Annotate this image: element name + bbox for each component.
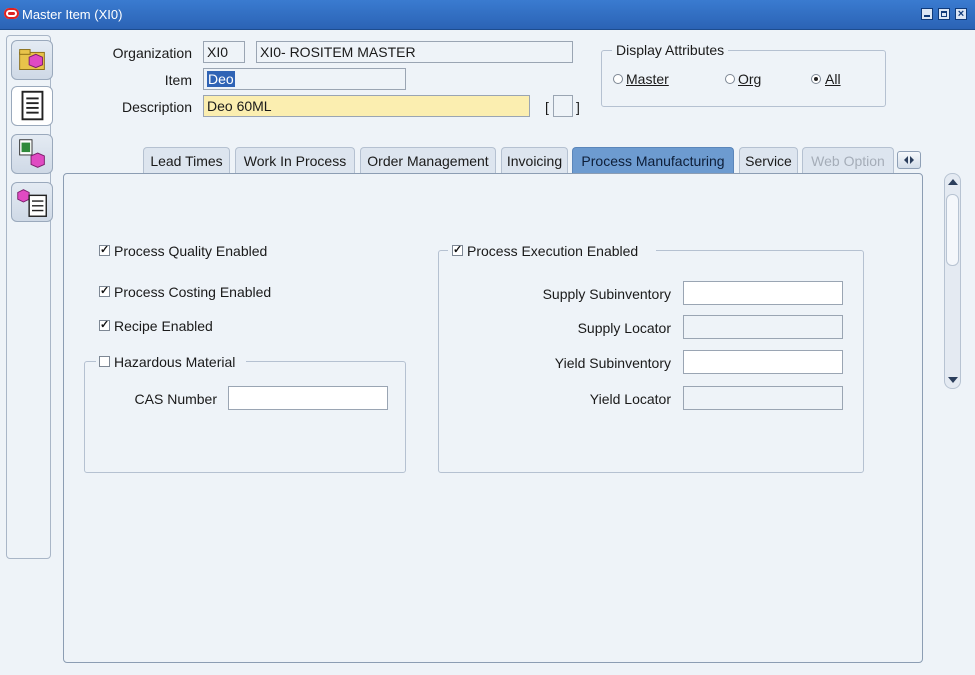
toolbar-button-document[interactable] [11, 86, 53, 126]
descriptive-flexfield[interactable] [553, 95, 573, 117]
cas-number-label: CAS Number [134, 391, 217, 407]
descriptive-flexfield-open-bracket: [ [545, 99, 549, 115]
item-label: Item [164, 72, 192, 88]
process-quality-enabled-checkbox[interactable]: ✓ [99, 245, 110, 256]
tab-lead-times[interactable]: Lead Times [143, 147, 230, 173]
organization-code-field[interactable]: XI0 [203, 41, 245, 63]
vertical-scrollbar[interactable] [944, 173, 961, 389]
tab-work-in-process[interactable]: Work In Process [235, 147, 355, 173]
yield-locator-label: Yield Locator [589, 391, 671, 407]
process-execution-enabled-label: Process Execution Enabled [467, 243, 639, 259]
title-bar: Master Item (XI0) × [0, 0, 975, 30]
supply-subinventory-field[interactable] [683, 281, 843, 305]
scroll-down-icon[interactable] [948, 377, 958, 383]
supply-locator-field[interactable] [683, 315, 843, 339]
hazardous-material-checkbox[interactable] [99, 356, 110, 367]
radio-master-label[interactable]: Master [626, 71, 669, 87]
item-list-icon [17, 189, 47, 217]
close-icon[interactable]: × [955, 8, 967, 20]
hazardous-material-group [84, 361, 406, 473]
process-quality-enabled-label: Process Quality Enabled [114, 243, 268, 259]
radio-master[interactable] [613, 74, 623, 84]
tab-scroll-arrows-icon [904, 156, 914, 164]
organization-name-field[interactable]: XI0- ROSITEM MASTER [256, 41, 573, 63]
process-costing-enabled-label: Process Costing Enabled [114, 284, 272, 300]
oracle-logo-icon [4, 8, 19, 19]
recipe-enabled-label: Recipe Enabled [114, 318, 213, 334]
tab-order-management[interactable]: Order Management [360, 147, 496, 173]
description-label: Description [121, 99, 192, 115]
process-execution-enabled-checkbox[interactable]: ✓ [452, 245, 463, 256]
description-field[interactable]: Deo 60ML [203, 95, 530, 117]
hazardous-material-label: Hazardous Material [114, 354, 236, 370]
window-title: Master Item (XI0) [22, 7, 123, 22]
supply-subinventory-label: Supply Subinventory [542, 286, 671, 302]
radio-org-label[interactable]: Org [738, 71, 761, 87]
catalog-cube-icon [19, 139, 45, 168]
radio-org[interactable] [725, 74, 735, 84]
folder-item-icon [19, 49, 45, 70]
radio-all-label[interactable]: All [825, 71, 841, 87]
tab-web-option[interactable]: Web Option [802, 147, 894, 173]
yield-subinventory-label: Yield Subinventory [554, 355, 671, 371]
maximize-icon[interactable] [938, 8, 950, 20]
yield-locator-field[interactable] [683, 386, 843, 410]
yield-subinventory-field[interactable] [683, 350, 843, 374]
tab-scroll-button[interactable] [897, 151, 921, 169]
toolbar-button-item-list[interactable] [11, 182, 53, 222]
supply-locator-label: Supply Locator [577, 320, 671, 336]
process-costing-enabled-checkbox[interactable]: ✓ [99, 286, 110, 297]
tab-service[interactable]: Service [739, 147, 798, 173]
document-list-icon [21, 90, 44, 121]
display-attributes-title: Display Attributes [612, 42, 729, 58]
left-toolbar [6, 35, 53, 559]
tab-process-manufacturing[interactable]: Process Manufacturing [572, 147, 734, 173]
organization-label: Organization [112, 45, 192, 61]
radio-all[interactable] [811, 74, 821, 84]
minimize-icon[interactable] [921, 8, 933, 20]
descriptive-flexfield-close-bracket: ] [576, 99, 580, 115]
cas-number-field[interactable] [228, 386, 388, 410]
item-field[interactable]: Deo [203, 68, 406, 90]
tab-invoicing[interactable]: Invoicing [501, 147, 568, 173]
scrollbar-thumb[interactable] [946, 194, 959, 266]
recipe-enabled-checkbox[interactable]: ✓ [99, 320, 110, 331]
toolbar-button-catalog[interactable] [11, 134, 53, 174]
item-value: Deo [207, 71, 235, 87]
toolbar-button-folder[interactable] [11, 40, 53, 80]
scroll-up-icon[interactable] [948, 179, 958, 185]
